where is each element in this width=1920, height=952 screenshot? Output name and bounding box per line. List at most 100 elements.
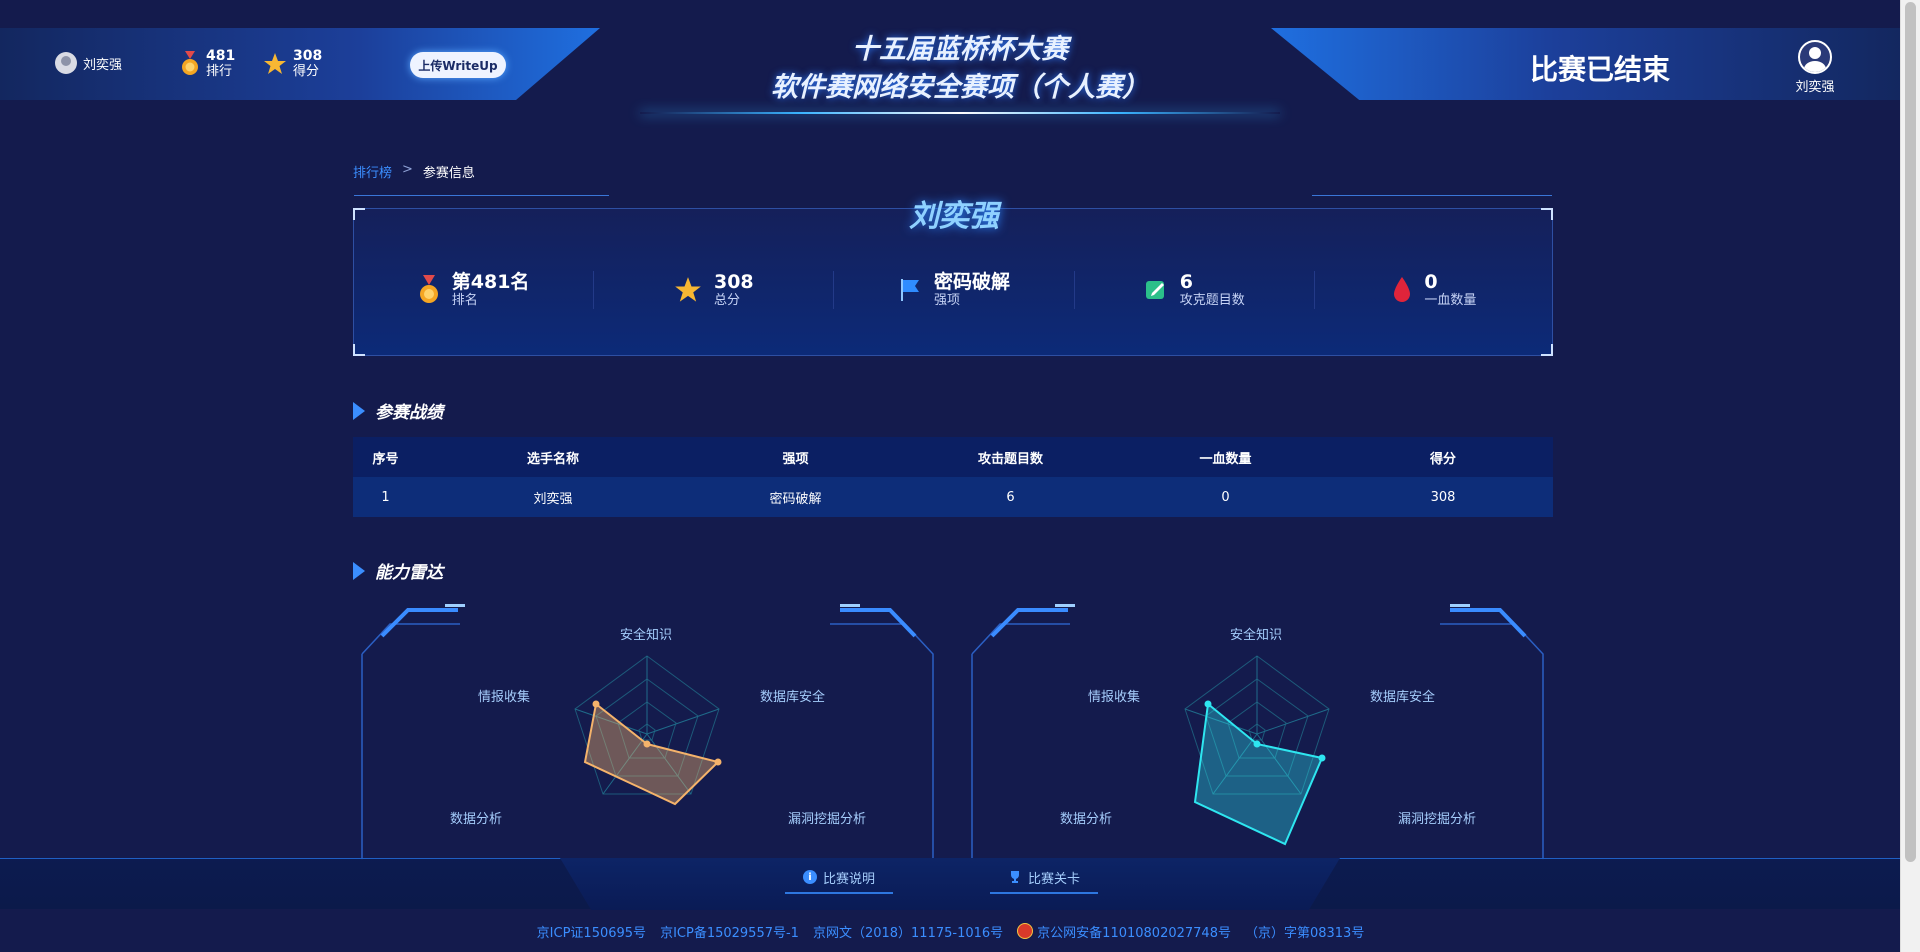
column-header: 攻击题目数	[977, 451, 1043, 467]
rank-value: 481	[206, 48, 236, 64]
icp-publish[interactable]: （京）字第08313号	[1245, 922, 1364, 941]
status-text: 比赛已结束	[1530, 53, 1671, 86]
column-header: 选手名称	[526, 451, 579, 467]
table-cell: 1	[381, 489, 390, 505]
title-line-1: 十五届蓝桥杯大赛	[852, 34, 1068, 65]
icp-license[interactable]: 京ICP证150695号	[537, 922, 646, 941]
star-icon	[264, 52, 286, 74]
medal-icon	[182, 50, 198, 75]
radar-axis-label: 安全知识	[620, 628, 673, 643]
radar-axis-label: 情报收集	[478, 690, 531, 705]
stat-first-blood-label: 一血数量	[1424, 293, 1477, 308]
stat-total-score: 308 总分	[594, 271, 835, 309]
info-icon: i	[803, 870, 817, 884]
breadcrumb: 排行榜 > 参赛信息	[353, 162, 475, 181]
stat-strength-label: 强项	[934, 293, 961, 308]
rules-button-label: 比赛说明	[823, 871, 876, 887]
avatar	[55, 52, 77, 74]
title-line-2: 软件赛网络安全赛项（个人赛）	[771, 72, 1149, 103]
icp-footer: 京ICP证150695号 京ICP备15029557号-1 京网文（2018）1…	[0, 922, 1901, 941]
player-name: 刘奕强	[909, 199, 999, 234]
breadcrumb-current: 参赛信息	[422, 166, 475, 181]
triangle-icon	[353, 401, 365, 420]
stat-score-label: 总分	[713, 293, 740, 308]
stat-rank-label: 排名	[451, 293, 478, 308]
breadcrumb-separator: >	[402, 162, 413, 177]
header: 刘奕强 481 排行 308 得分 上传WriteUp 十五届蓝桥杯大赛 软件赛…	[0, 0, 1901, 118]
table-cell: 0	[1221, 489, 1230, 505]
radar-axis-label: 漏洞挖掘分析	[788, 812, 867, 827]
header-rank: 481 排行	[180, 48, 235, 79]
column-header: 得分	[1429, 451, 1456, 467]
stat-solved-label: 攻克题目数	[1179, 293, 1245, 308]
profile-stats: 第481名 排名 308 总分 密码破解 强项 6 攻克题目数 0 一血数量	[354, 271, 1554, 309]
corner-decoration	[353, 344, 365, 356]
user-menu-name: 刘奕强	[1795, 80, 1835, 95]
score-label: 得分	[293, 64, 320, 79]
table-header-row: 序号 选手名称 强项 攻击题目数 一血数量 得分	[353, 437, 1553, 477]
table-row: 1 刘奕强 密码破解 6 0 308	[353, 477, 1553, 517]
section-radar-label: 能力雷达	[375, 563, 443, 583]
radar-axis-label: 漏洞挖掘分析	[1398, 812, 1477, 827]
radar-axis-label: 情报收集	[1088, 690, 1141, 705]
blood-drop-icon	[1394, 277, 1411, 302]
stat-solved: 6 攻克题目数	[1075, 271, 1315, 309]
breadcrumb-leaderboard-link[interactable]: 排行榜	[353, 162, 392, 181]
footer-center-panel	[560, 858, 1340, 910]
page-title: 十五届蓝桥杯大赛 软件赛网络安全赛项（个人赛）	[640, 32, 1280, 108]
police-badge-icon	[1017, 923, 1034, 939]
icp-police-text: 京公网安备11010802027748号	[1037, 926, 1231, 941]
medal-icon	[419, 275, 438, 303]
trophy-icon	[1011, 871, 1019, 883]
stat-rank: 第481名 排名	[354, 271, 595, 309]
stat-rank-value: 第481名	[451, 271, 530, 293]
scrollbar-thumb[interactable]	[1905, 2, 1916, 862]
star-icon	[675, 277, 701, 302]
stat-first-blood: 0 一血数量	[1315, 271, 1554, 309]
radar-axis-label: 数据分析	[1060, 812, 1113, 827]
icp-police[interactable]: 京公网安备11010802027748号	[1017, 922, 1231, 941]
upload-writeup-button[interactable]: 上传WriteUp	[410, 52, 506, 78]
radar-panel-left: 安全知识 数据库安全 漏洞挖掘分析 数据分析 情报收集	[360, 604, 935, 864]
triangle-icon	[353, 561, 365, 580]
profile-card: 刘奕强 第481名 排名 308 总分 密码破解 强项 6 攻克题目数 0 一血…	[353, 195, 1554, 356]
section-record-label: 参赛战绩	[375, 403, 443, 423]
stat-score-value: 308	[713, 271, 754, 293]
section-title-record: 参赛战绩	[353, 398, 443, 423]
radar-axis-label: 数据库安全	[760, 690, 826, 705]
table-cell: 308	[1430, 489, 1456, 505]
radar-panel-right: 安全知识 数据库安全 漏洞挖掘分析 数据分析 情报收集	[970, 604, 1545, 864]
corner-decoration	[1541, 344, 1553, 356]
rank-label: 排行	[206, 64, 233, 79]
stat-first-blood-value: 0	[1424, 271, 1438, 293]
stat-solved-value: 6	[1179, 271, 1193, 293]
user-avatar-icon	[1798, 40, 1832, 74]
user-menu[interactable]: 刘奕强	[1790, 40, 1840, 95]
rules-button[interactable]: i 比赛说明	[785, 862, 894, 894]
header-score: 308 得分	[263, 48, 322, 79]
table-cell: 密码破解	[769, 491, 822, 507]
icp-record[interactable]: 京ICP备15029557号-1	[660, 922, 799, 941]
levels-button[interactable]: 比赛关卡	[990, 862, 1099, 894]
stat-strength-value: 密码破解	[934, 271, 1011, 293]
column-header: 强项	[782, 451, 809, 467]
stat-strength: 密码破解 强项	[834, 271, 1075, 309]
flag-icon	[901, 279, 919, 301]
section-title-radar: 能力雷达	[353, 558, 443, 583]
radar-axis-label: 数据库安全	[1370, 690, 1436, 705]
table-cell: 刘奕强	[533, 491, 573, 507]
score-value: 308	[293, 48, 323, 64]
levels-button-label: 比赛关卡	[1028, 871, 1081, 887]
column-header: 一血数量	[1199, 451, 1252, 467]
radar-axis-label: 数据分析	[450, 812, 503, 827]
header-glow-line	[640, 112, 1280, 114]
scrollbar[interactable]	[1900, 0, 1920, 952]
table-cell: 6	[1006, 489, 1015, 505]
icp-culture[interactable]: 京网文（2018）11175-1016号	[813, 922, 1003, 941]
record-table: 序号 选手名称 强项 攻击题目数 一血数量 得分 1 刘奕强 密码破解 6 0 …	[353, 437, 1553, 517]
edit-icon	[1145, 281, 1164, 299]
column-header: 序号	[372, 451, 399, 467]
radar-axis-label: 安全知识	[1230, 628, 1283, 643]
user-info[interactable]: 刘奕强	[55, 52, 122, 74]
username: 刘奕强	[83, 57, 123, 73]
